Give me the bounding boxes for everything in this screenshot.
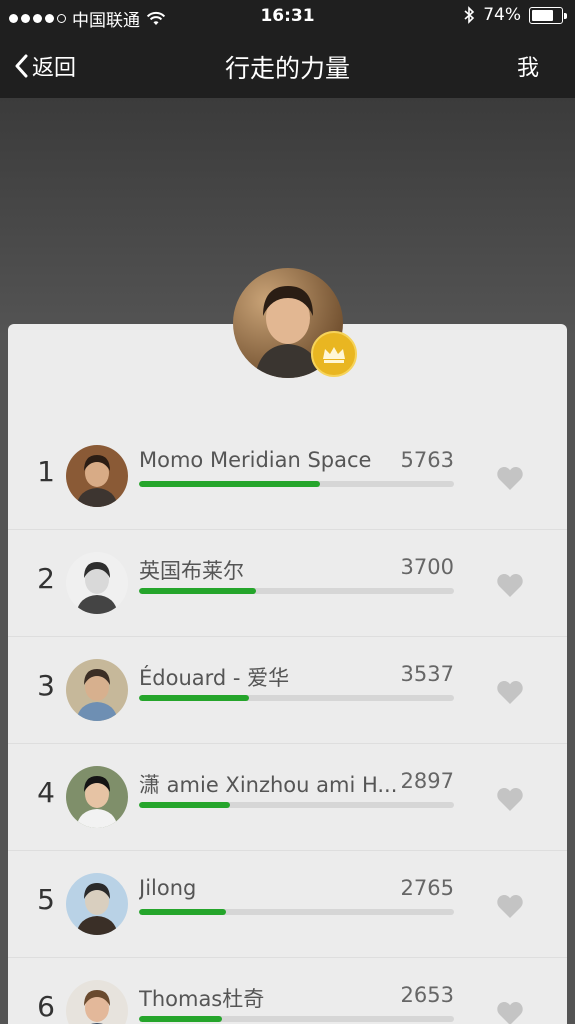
ranking-row[interactable]: 1 Momo Meridian Space 5763 xyxy=(8,423,567,530)
progress-bar xyxy=(139,1016,454,1022)
status-right: 74% xyxy=(463,5,567,25)
rank-number: 4 xyxy=(37,776,55,809)
battery-icon xyxy=(529,6,567,24)
bluetooth-icon xyxy=(464,6,475,24)
me-button[interactable]: 我 xyxy=(517,50,539,82)
heart-icon[interactable] xyxy=(496,679,524,705)
rank-number: 6 xyxy=(37,990,55,1023)
heart-icon[interactable] xyxy=(496,893,524,919)
ranking-row[interactable]: 4 潇 amie Xinzhou ami H... 2897 xyxy=(8,744,567,851)
avatar-photo xyxy=(66,766,128,828)
step-count: 5763 xyxy=(400,448,454,472)
progress-fill xyxy=(139,588,256,594)
page-title: 行走的力量 xyxy=(224,54,350,83)
rank-number: 5 xyxy=(37,883,55,916)
step-count: 2897 xyxy=(400,769,454,793)
user-name: 潇 amie Xinzhou ami H... xyxy=(139,773,398,797)
avatar-photo xyxy=(66,659,128,721)
ranking-row[interactable]: 3 Édouard - 爱华 3537 xyxy=(8,637,567,744)
step-count: 2765 xyxy=(400,876,454,900)
progress-bar xyxy=(139,695,454,701)
step-count: 2653 xyxy=(400,983,454,1007)
heart-icon[interactable] xyxy=(496,465,524,491)
ranking-row[interactable]: 2 英国布莱尔 3700 xyxy=(8,530,567,637)
user-avatar[interactable] xyxy=(66,552,128,614)
rank-number: 3 xyxy=(37,669,55,702)
rank-number: 1 xyxy=(37,455,55,488)
progress-bar xyxy=(139,481,454,487)
progress-fill xyxy=(139,802,231,808)
progress-bar xyxy=(139,588,454,594)
progress-bar xyxy=(139,802,454,808)
status-bar: 中国联通 16:31 74% xyxy=(0,0,575,32)
step-count: 3700 xyxy=(400,555,454,579)
progress-fill xyxy=(139,481,321,487)
user-avatar[interactable] xyxy=(66,980,128,1024)
progress-bar xyxy=(139,909,454,915)
nav-bar: 返回 行走的力量 我 xyxy=(0,32,575,98)
user-name: Momo Meridian Space xyxy=(139,448,372,472)
user-name: Édouard - 爱华 xyxy=(139,666,290,690)
user-avatar[interactable] xyxy=(66,659,128,721)
user-avatar[interactable] xyxy=(66,766,128,828)
rank-number: 2 xyxy=(37,562,55,595)
user-name: Thomas杜奇 xyxy=(139,987,265,1011)
avatar-photo xyxy=(66,980,128,1024)
ranking-row[interactable]: 5 Jilong 2765 xyxy=(8,851,567,958)
crown-icon xyxy=(323,347,345,363)
heart-icon[interactable] xyxy=(496,572,524,598)
user-avatar[interactable] xyxy=(66,873,128,935)
heart-icon[interactable] xyxy=(496,1000,524,1024)
heart-icon[interactable] xyxy=(496,786,524,812)
user-name: Jilong xyxy=(139,876,197,900)
ranking-card: 1 Momo Meridian Space 5763 2 英国布莱尔 3700 … xyxy=(8,324,567,1024)
user-avatar[interactable] xyxy=(66,445,128,507)
step-count: 3537 xyxy=(400,662,454,686)
progress-fill xyxy=(139,695,250,701)
crown-badge xyxy=(311,331,357,377)
progress-fill xyxy=(139,1016,223,1022)
ranking-row[interactable]: 6 Thomas杜奇 2653 xyxy=(8,958,567,1024)
avatar-photo xyxy=(66,445,128,507)
user-name: 英国布莱尔 xyxy=(139,559,244,583)
avatar-photo xyxy=(66,873,128,935)
progress-fill xyxy=(139,909,226,915)
battery-percent: 74% xyxy=(483,5,521,25)
avatar-photo xyxy=(66,552,128,614)
